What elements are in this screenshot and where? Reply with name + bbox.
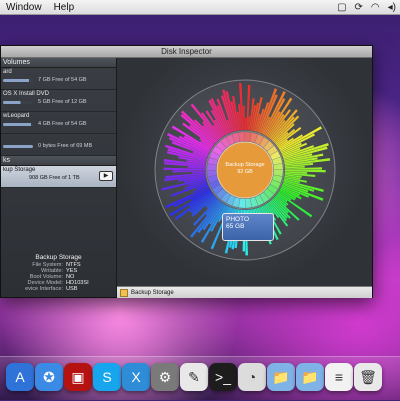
volume-name: ard bbox=[3, 69, 12, 75]
disk-inspector-icon[interactable]: ◔ bbox=[238, 363, 266, 391]
volume-usage-bar bbox=[3, 145, 33, 148]
reveal-button[interactable]: ▶ bbox=[99, 171, 113, 181]
disk-name: kup Storage bbox=[3, 167, 36, 173]
folder-icon bbox=[120, 288, 128, 297]
volume-name: OS X Install DVD bbox=[3, 91, 50, 97]
volume-item[interactable]: ard 7 GB Free of 54 GB bbox=[1, 68, 116, 90]
dock: A ✪ ▣ S X ⚙ ✎ >_ ◔ 📁 📁 ≡ 🗑 bbox=[0, 356, 400, 401]
volume-icon[interactable]: ◂) bbox=[388, 2, 396, 13]
window-title: Disk Inspector bbox=[1, 46, 372, 58]
status-bar: Backup Storage bbox=[117, 286, 372, 298]
menu-help[interactable]: Help bbox=[54, 2, 75, 13]
document-icon[interactable]: ≡ bbox=[325, 363, 353, 391]
volume-free-text: 4 GB Free of 54 GB bbox=[38, 121, 87, 127]
app-store-icon[interactable]: A bbox=[6, 363, 34, 391]
volume-info-panel: Backup Storage File System: NTFS Writable… bbox=[1, 254, 116, 292]
tray-sync-icon[interactable]: ⟳ bbox=[355, 2, 363, 13]
volume-free-text: 0 bytes Free of 69 MB bbox=[38, 143, 93, 149]
center-label-size: 92 GB bbox=[237, 169, 253, 175]
volume-free-text: 5 GB Free of 12 GB bbox=[38, 99, 87, 105]
tooltip-size: 65 GB bbox=[226, 223, 245, 230]
volume-item[interactable]: wLeopard 4 GB Free of 54 GB bbox=[1, 112, 116, 134]
terminal-icon[interactable]: >_ bbox=[209, 363, 237, 391]
info-row: evice Interface: USB bbox=[1, 286, 116, 292]
volume-item[interactable]: 0 bytes Free of 69 MB bbox=[1, 134, 116, 156]
volume-usage-bar bbox=[3, 123, 33, 126]
volumes-header: Volumes bbox=[1, 58, 116, 68]
center-label-name: Backup Storage bbox=[225, 162, 264, 168]
tray-square-icon[interactable]: ▢ bbox=[337, 2, 346, 13]
volume-usage-bar bbox=[3, 79, 33, 82]
sidebar: Volumes ard 7 GB Free of 54 GB OS X Inst… bbox=[1, 58, 117, 297]
info-value: USB bbox=[66, 286, 78, 292]
disk-item-backup-storage[interactable]: kup Storage 908 GB Free of 1 TB ▶ bbox=[1, 166, 116, 188]
trash-icon[interactable]: 🗑 bbox=[354, 363, 382, 391]
info-key: evice Interface: bbox=[25, 286, 63, 292]
applications-folder-icon[interactable]: 📁 bbox=[267, 363, 295, 391]
volume-item[interactable]: OS X Install DVD 5 GB Free of 12 GB bbox=[1, 90, 116, 112]
disk-inspector-window: Disk Inspector Volumes ard 7 GB Free of … bbox=[0, 45, 373, 298]
disk-usage-sunburst[interactable]: Backup Storage 92 GB bbox=[117, 58, 372, 286]
documents-folder-icon[interactable]: 📁 bbox=[296, 363, 324, 391]
xcode-icon[interactable]: X bbox=[122, 363, 150, 391]
status-path: Backup Storage bbox=[131, 289, 174, 296]
volume-name: wLeopard bbox=[3, 113, 30, 119]
system-preferences-icon[interactable]: ⚙ bbox=[151, 363, 179, 391]
photo-booth-icon[interactable]: ▣ bbox=[64, 363, 92, 391]
segment-tooltip: PHOTO 65 GB bbox=[222, 213, 274, 241]
info-title: Backup Storage bbox=[35, 254, 82, 261]
volume-usage-bar bbox=[3, 101, 33, 104]
safari-icon[interactable]: ✪ bbox=[35, 363, 63, 391]
menu-window[interactable]: Window bbox=[6, 2, 42, 13]
disks-header: ks bbox=[1, 156, 116, 166]
volume-free-text: 7 GB Free of 54 GB bbox=[38, 77, 87, 83]
menu-bar: Window Help ▢ ⟳ ◠ ◂) bbox=[0, 0, 400, 15]
disk-free-text: 908 GB Free of 1 TB bbox=[29, 175, 80, 181]
notes-icon[interactable]: ✎ bbox=[180, 363, 208, 391]
tooltip-name: PHOTO bbox=[226, 216, 249, 223]
wifi-icon[interactable]: ◠ bbox=[371, 2, 380, 13]
sunburst-view[interactable]: Backup Storage 92 GB bbox=[117, 58, 372, 286]
skype-icon[interactable]: S bbox=[93, 363, 121, 391]
menu-tray: ▢ ⟳ ◠ ◂) bbox=[337, 0, 396, 14]
